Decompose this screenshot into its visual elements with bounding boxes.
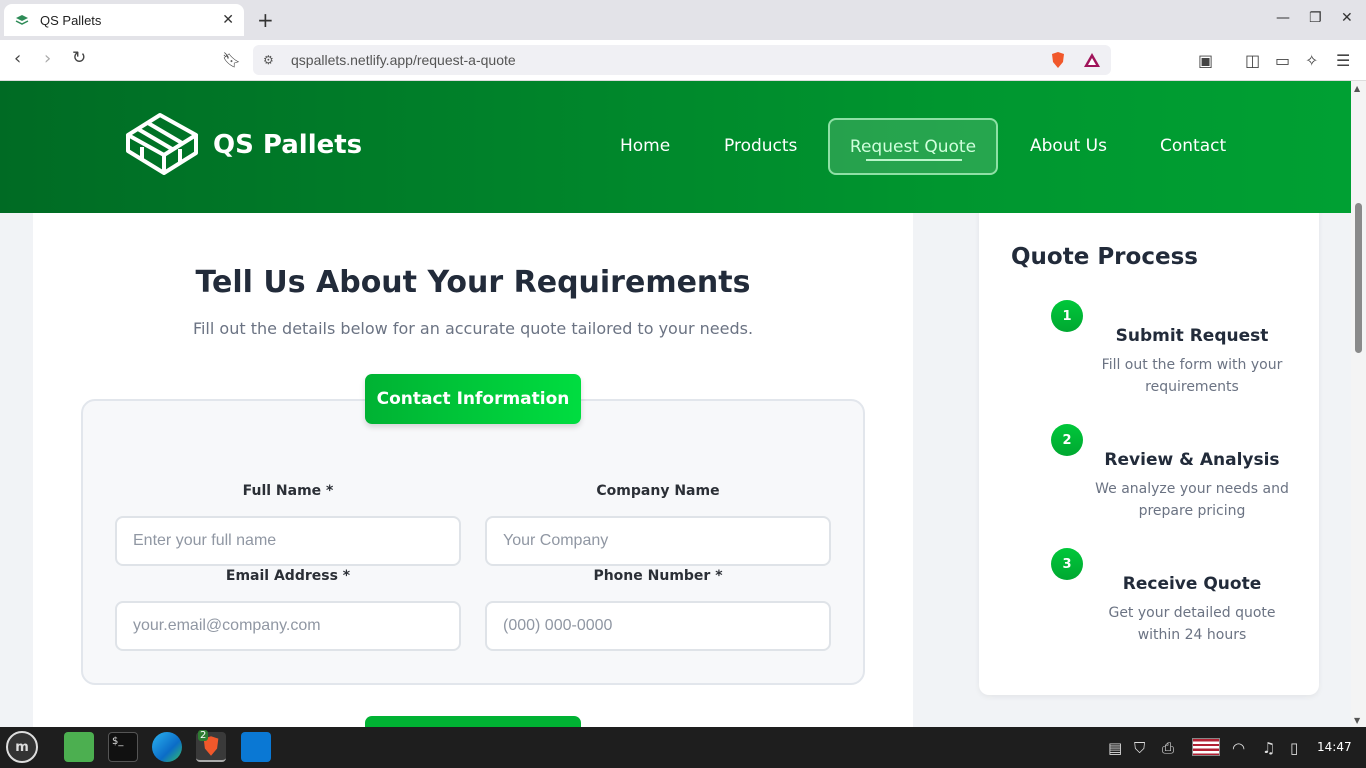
nav-request-quote-label: Request Quote bbox=[849, 136, 977, 157]
brave-rewards-icon[interactable] bbox=[1083, 51, 1101, 69]
start-menu-icon[interactable]: m bbox=[6, 731, 38, 763]
os-taskbar: m $_ 2 ▤ ⛉ ⎙ ◠ ♫ ▯ 14:47 bbox=[0, 727, 1366, 768]
scroll-up-icon[interactable]: ▲ bbox=[1354, 84, 1360, 93]
page-viewport: QS Pallets Home Products Request Quote A… bbox=[0, 81, 1351, 727]
window-count-badge: 2 bbox=[198, 730, 209, 741]
maximize-icon[interactable]: ❐ bbox=[1309, 10, 1322, 26]
leo-ai-icon[interactable]: ✧ bbox=[1305, 51, 1318, 70]
nav-products[interactable]: Products bbox=[724, 136, 797, 156]
step-number-badge: 3 bbox=[1051, 548, 1083, 580]
nav-contact[interactable]: Contact bbox=[1160, 136, 1226, 156]
step-title: Review & Analysis bbox=[1104, 450, 1280, 470]
browser-toolbar: ‹ › ↻ 🔖︎ ⚙ qspallets.netlify.app/request… bbox=[0, 40, 1366, 81]
minimize-icon[interactable]: — bbox=[1276, 10, 1290, 26]
nav-about-us[interactable]: About Us bbox=[1030, 136, 1107, 156]
step-title: Receive Quote bbox=[1122, 574, 1262, 594]
tab-bar: QS Pallets ✕ + — ❐ ✕ bbox=[0, 0, 1366, 40]
site-header: QS Pallets Home Products Request Quote A… bbox=[0, 81, 1351, 213]
contact-section: Full Name * Company Name Email Address *… bbox=[81, 399, 865, 685]
section-heading-contact-information: Contact Information bbox=[365, 374, 581, 424]
wifi-icon[interactable]: ◠ bbox=[1232, 739, 1245, 757]
nav-request-quote[interactable]: Request Quote bbox=[828, 118, 998, 175]
terminal-app-icon[interactable]: $_ bbox=[108, 732, 138, 762]
email-label: Email Address * bbox=[225, 568, 351, 584]
quote-process-title: Quote Process bbox=[1011, 244, 1198, 270]
email-input[interactable] bbox=[115, 601, 461, 651]
company-name-label: Company Name bbox=[596, 483, 720, 499]
back-icon[interactable]: ‹ bbox=[14, 48, 21, 69]
url-text: qspallets.netlify.app/request-a-quote bbox=[291, 52, 516, 68]
close-window-icon[interactable]: ✕ bbox=[1341, 10, 1353, 26]
reload-icon[interactable]: ↻ bbox=[72, 48, 86, 68]
full-name-label: Full Name * bbox=[242, 483, 334, 499]
forward-icon[interactable]: › bbox=[44, 48, 51, 69]
brand-name[interactable]: QS Pallets bbox=[213, 130, 362, 160]
form-subtitle: Fill out the details below for an accura… bbox=[192, 319, 754, 338]
step-number-badge: 2 bbox=[1051, 424, 1083, 456]
step-number-badge: 1 bbox=[1051, 300, 1083, 332]
phone-label: Phone Number * bbox=[593, 568, 723, 584]
browser-tab[interactable]: QS Pallets ✕ bbox=[4, 4, 244, 36]
security-shield-icon[interactable]: ⛉ bbox=[1134, 739, 1145, 757]
site-info-icon[interactable]: ⚙ bbox=[263, 53, 279, 67]
active-underline bbox=[866, 159, 962, 161]
tab-title: QS Pallets bbox=[40, 12, 102, 28]
keyboard-layout-flag-icon[interactable] bbox=[1192, 738, 1220, 756]
vscode-app-icon[interactable] bbox=[241, 732, 271, 762]
company-name-input[interactable] bbox=[485, 516, 831, 566]
pallet-logo-icon[interactable] bbox=[124, 111, 199, 183]
form-title: Tell Us About Your Requirements bbox=[195, 265, 751, 300]
quote-process-card: Quote Process 1 Submit Request Fill out … bbox=[979, 201, 1319, 695]
wallet-icon[interactable]: ▭ bbox=[1275, 51, 1290, 70]
battery-icon[interactable]: ▯ bbox=[1290, 739, 1298, 757]
step-description: We analyze your needs and prepare pricin… bbox=[1095, 481, 1289, 519]
brave-app-icon[interactable]: 2 bbox=[196, 730, 226, 762]
music-icon[interactable]: ♫ bbox=[1262, 739, 1275, 757]
close-tab-icon[interactable]: ✕ bbox=[222, 12, 234, 28]
reader-mode-icon[interactable]: ▣ bbox=[1198, 51, 1213, 70]
step-description: Get your detailed quote within 24 hours bbox=[1108, 605, 1276, 643]
full-name-input[interactable] bbox=[115, 516, 461, 566]
pallet-favicon-icon bbox=[14, 12, 30, 28]
bookmark-icon[interactable]: 🔖︎ bbox=[222, 51, 241, 69]
files-app-icon[interactable] bbox=[64, 732, 94, 762]
phone-input[interactable] bbox=[485, 601, 831, 651]
clipboard-icon[interactable]: ▤ bbox=[1108, 739, 1122, 757]
quote-form-card: Tell Us About Your Requirements Fill out… bbox=[33, 201, 913, 727]
scrollbar-thumb[interactable] bbox=[1355, 203, 1362, 353]
step-title: Submit Request bbox=[1115, 326, 1269, 346]
next-section-button[interactable] bbox=[365, 716, 581, 727]
menu-icon[interactable]: ☰ bbox=[1336, 51, 1350, 70]
printer-icon[interactable]: ⎙ bbox=[1162, 739, 1174, 757]
sidebar-icon[interactable]: ◫ bbox=[1245, 51, 1260, 70]
scroll-down-icon[interactable]: ▼ bbox=[1354, 716, 1360, 725]
clock[interactable]: 14:47 bbox=[1317, 740, 1352, 754]
step-description: Fill out the form with your requirements bbox=[1101, 357, 1283, 395]
brave-shield-icon[interactable] bbox=[1049, 51, 1067, 69]
edge-app-icon[interactable] bbox=[152, 732, 182, 762]
nav-home[interactable]: Home bbox=[620, 136, 670, 156]
page-scrollbar[interactable]: ▲ ▼ bbox=[1351, 81, 1366, 727]
address-bar[interactable]: ⚙ qspallets.netlify.app/request-a-quote bbox=[253, 45, 1111, 75]
new-tab-icon[interactable]: + bbox=[257, 8, 274, 32]
